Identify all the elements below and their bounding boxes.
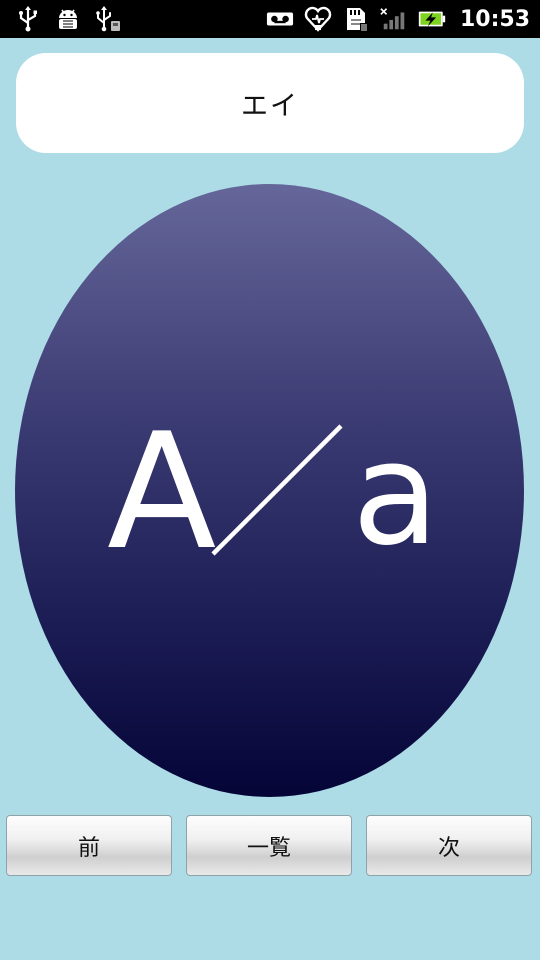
letter-oval[interactable]: A a — [15, 184, 524, 797]
uppercase-letter: A — [107, 398, 217, 585]
next-button-label: 次 — [437, 835, 460, 861]
prev-button-label: 前 — [77, 835, 100, 861]
list-button[interactable]: 一覧 — [186, 815, 352, 876]
status-notifications — [14, 0, 122, 38]
signal-no-service-icon — [380, 5, 408, 33]
status-clock: 10:53 — [459, 6, 530, 32]
usb-storage-icon — [94, 5, 122, 33]
list-button-label: 一覧 — [246, 835, 291, 861]
sd-card-icon — [342, 5, 370, 33]
next-button[interactable]: 次 — [366, 815, 532, 876]
status-bar: 10:53 — [0, 0, 540, 38]
usb-icon — [14, 5, 42, 33]
status-indicators: 10:53 — [266, 0, 530, 38]
reading-card: エイ — [16, 53, 524, 153]
voicemail-icon — [266, 5, 294, 33]
heart-app-icon — [304, 5, 332, 33]
android-debug-icon — [54, 5, 82, 33]
slash-divider — [211, 424, 343, 556]
reading-text: エイ — [241, 90, 299, 122]
lowercase-letter: a — [352, 412, 440, 577]
prev-button[interactable]: 前 — [6, 815, 172, 876]
battery-charging-icon — [418, 5, 446, 33]
